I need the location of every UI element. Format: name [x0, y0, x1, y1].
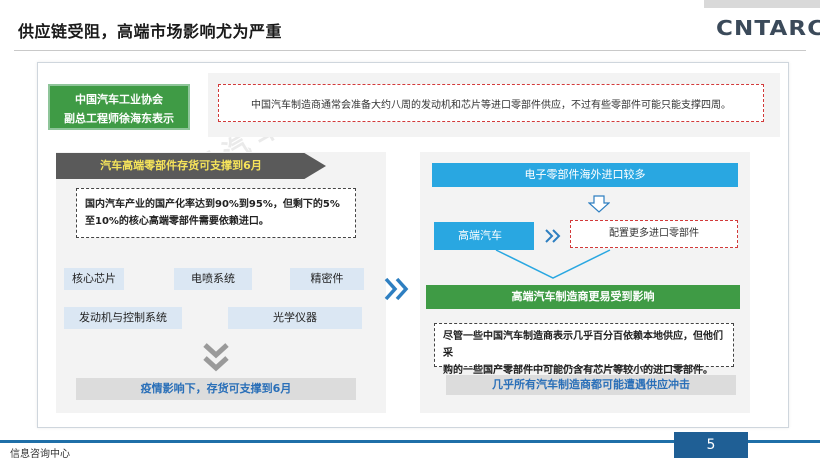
speaker-title: 副总工程师徐海东表示: [64, 112, 174, 125]
detail-box: 尽管一些中国汽车制造商表示几乎百分百依赖本地供应，但他们采 购的一些国产零部件中…: [434, 323, 734, 376]
import-label: 电子零部件海外进口较多: [432, 163, 738, 187]
speaker-org: 中国汽车工业协会: [75, 93, 163, 106]
funnel-arrow: [495, 249, 611, 279]
part-efi-system: 电喷系统: [174, 268, 252, 290]
stat-line-2: 至10%的核心高端零部件需要依赖进口。: [85, 216, 269, 227]
localization-stat-box: 国内汽车产业的国产化率达到90%到95%，但剩下的5% 至10%的核心高端零部件…: [76, 188, 356, 238]
slide-title: 供应链受阻，高端市场影响尤为严重: [18, 22, 283, 41]
footer-label: 信息咨询中心: [10, 449, 70, 460]
double-chevron-right-icon: [384, 277, 409, 301]
quote-text: 中国汽车制造商通常会准备大约八周的发动机和芯片等进口零部件供应，不过有些零部件可…: [218, 84, 764, 122]
pandemic-summary: 疫情影响下，存货可支撑到6月: [76, 378, 356, 400]
config-label: 配置更多进口零部件: [570, 220, 738, 248]
arrow-down-icon: [588, 195, 610, 213]
title-divider: [14, 50, 806, 51]
page-number: 5: [674, 432, 748, 458]
part-core-chip: 核心芯片: [64, 268, 124, 290]
double-chevron-down-icon: [203, 343, 229, 372]
highend-car-label: 高端汽车: [434, 222, 534, 250]
impact-label: 高端汽车制造商更易受到影响: [426, 285, 740, 309]
arrow-right-icon: [545, 229, 561, 243]
stat-line-1: 国内汽车产业的国产化率达到90%到95%，但剩下的5%: [85, 199, 340, 210]
cntarc-logo: CNTARC: [716, 16, 820, 40]
supply-shock-label: 几乎所有汽车制造商都可能遭遇供应冲击: [446, 375, 736, 395]
part-precision: 精密件: [290, 268, 364, 290]
part-engine-control: 发动机与控制系统: [64, 307, 182, 329]
speaker-box: 中国汽车工业协会 副总工程师徐海东表示: [48, 84, 190, 130]
detail-line-1: 尽管一些中国汽车制造商表示几乎百分百依赖本地供应，但他们采: [443, 331, 723, 359]
header-accent-bar: [704, 0, 820, 8]
part-optical: 光学仪器: [228, 307, 362, 329]
left-banner-label: 汽车高端零部件存货可支撑到6月: [100, 159, 262, 172]
